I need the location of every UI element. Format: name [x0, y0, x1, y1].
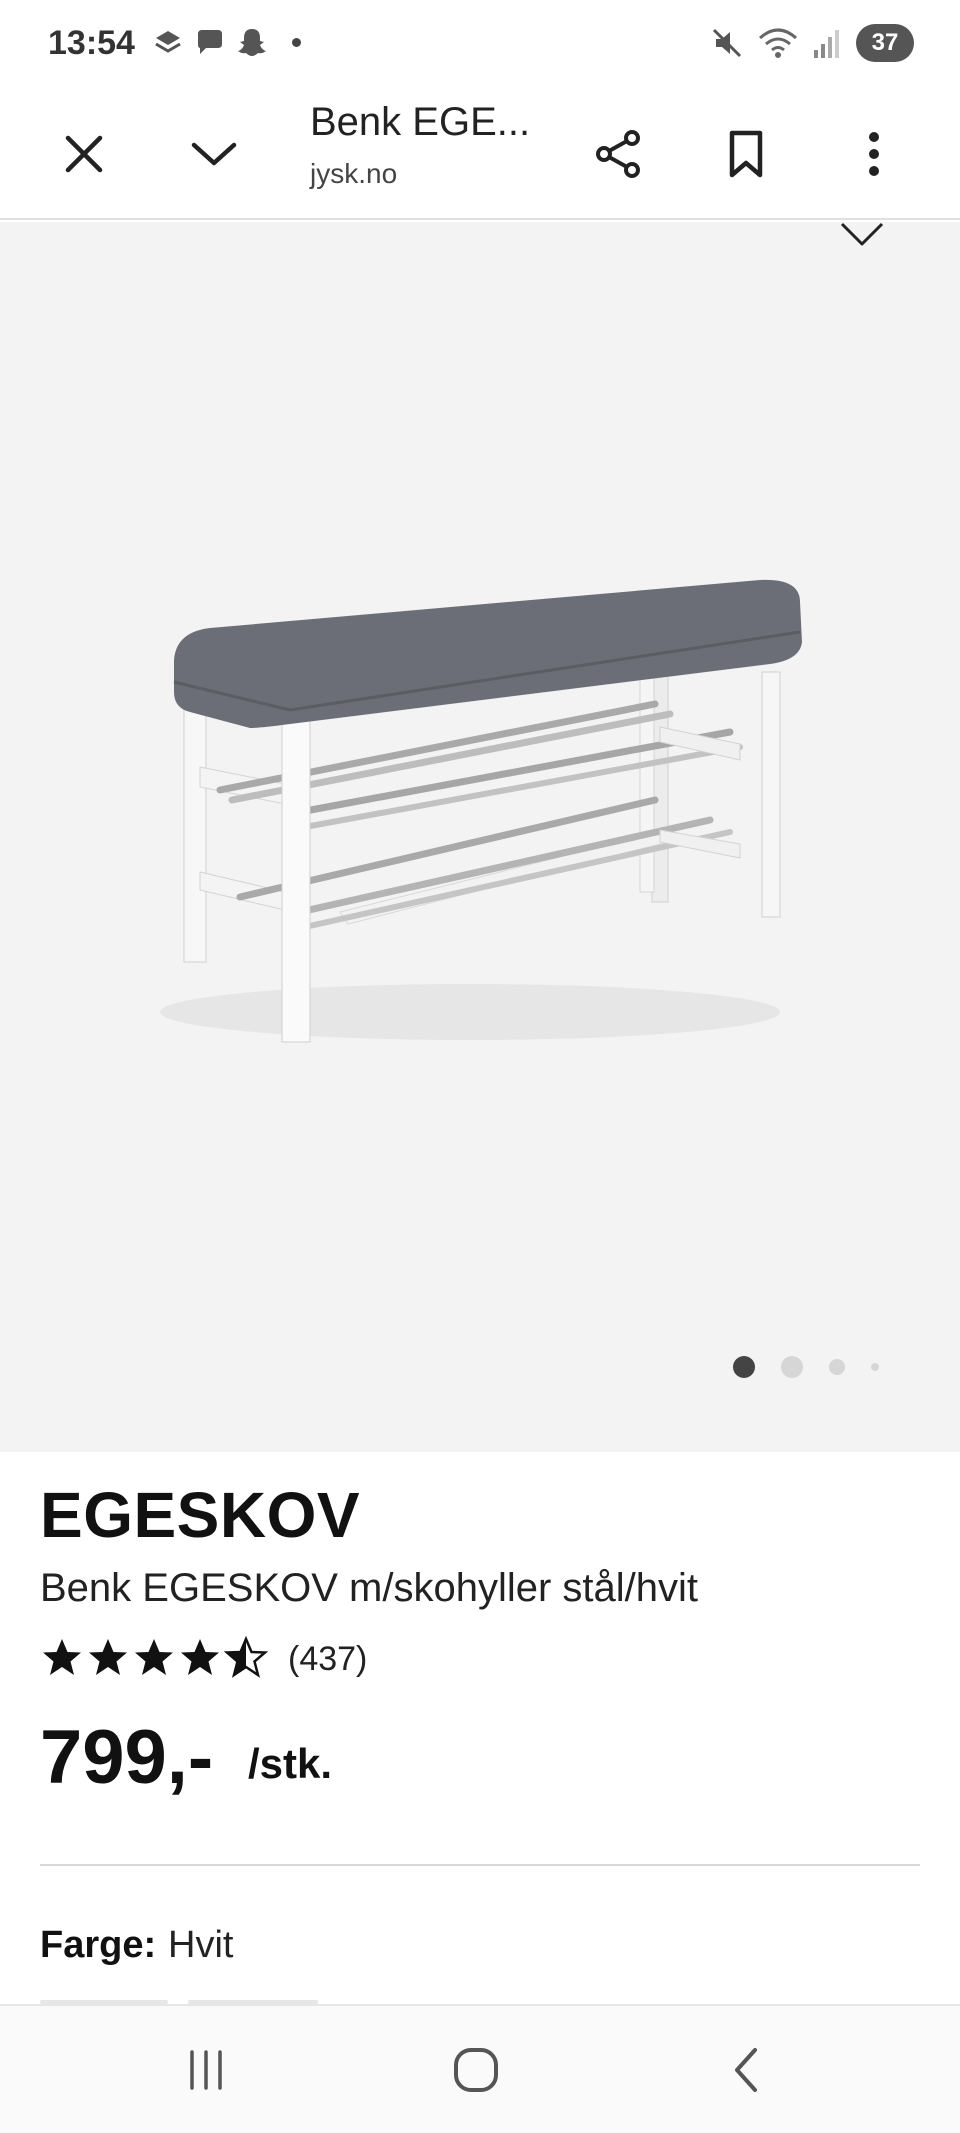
home-button[interactable]: [436, 2040, 516, 2100]
price-unit: /stk.: [248, 1740, 333, 1787]
chat-icon: [198, 30, 222, 54]
system-navigation-bar: [0, 2004, 960, 2133]
share-button[interactable]: [580, 116, 656, 192]
star-4-icon: [181, 1639, 219, 1675]
back-button[interactable]: [706, 2040, 786, 2100]
custom-tab-toolbar: Benk EGE... jysk.no: [0, 88, 960, 220]
product-brand: EGESKOV: [40, 1479, 361, 1551]
bookmark-icon: [729, 130, 763, 178]
product-name: Benk EGESKOV m/skohyller stål/hvit: [40, 1566, 699, 1610]
system-icons: 37: [710, 24, 914, 62]
page-title[interactable]: Benk EGE...: [310, 100, 530, 145]
color-label: Farge:: [40, 1924, 157, 1966]
gallery-dot-1[interactable]: [733, 1356, 755, 1378]
product-rating[interactable]: (437): [40, 1636, 367, 1682]
gallery-dot-3[interactable]: [829, 1359, 845, 1375]
recent-apps-button[interactable]: [166, 2040, 246, 2100]
product-image-gallery[interactable]: [0, 222, 960, 1452]
gallery-dot-2[interactable]: [781, 1356, 803, 1378]
chevron-down-icon: [191, 142, 237, 166]
share-icon: [596, 130, 640, 178]
back-icon: [735, 2048, 757, 2092]
notification-icons: [152, 26, 301, 58]
product-image: [160, 579, 802, 1043]
home-icon: [454, 2048, 498, 2092]
close-icon: [65, 135, 103, 173]
layers-icon: [155, 31, 181, 53]
recent-apps-icon: [190, 2050, 222, 2090]
star-5-half-icon: [225, 1637, 267, 1677]
color-value: Hvit: [168, 1924, 234, 1966]
status-time: 13:54: [48, 24, 135, 62]
more-vert-icon: [869, 132, 879, 176]
star-1-icon: [43, 1639, 81, 1675]
wishlist-heart-icon[interactable]: [840, 222, 884, 248]
review-count[interactable]: (437): [288, 1640, 367, 1679]
wifi-icon: [759, 28, 797, 58]
more-notifications-dot: [292, 37, 301, 47]
mute-icon: [712, 28, 742, 58]
snapchat-icon: [238, 29, 266, 56]
gallery-dot-4[interactable]: [871, 1363, 879, 1371]
section-divider: [40, 1864, 920, 1866]
more-options-button[interactable]: [836, 116, 912, 192]
status-bar: 13:54 37: [0, 0, 960, 88]
star-3-icon: [135, 1639, 173, 1675]
close-button[interactable]: [46, 116, 122, 192]
gallery-pagination: [0, 1352, 960, 1382]
minimize-button[interactable]: [176, 116, 252, 192]
star-2-icon: [89, 1639, 127, 1675]
product-price: 799,-: [40, 1715, 214, 1800]
rating-stars: [43, 1637, 267, 1677]
page-url[interactable]: jysk.no: [310, 158, 397, 190]
signal-icon: [814, 30, 839, 58]
battery-indicator: 37: [856, 24, 914, 62]
bookmark-button[interactable]: [708, 116, 784, 192]
